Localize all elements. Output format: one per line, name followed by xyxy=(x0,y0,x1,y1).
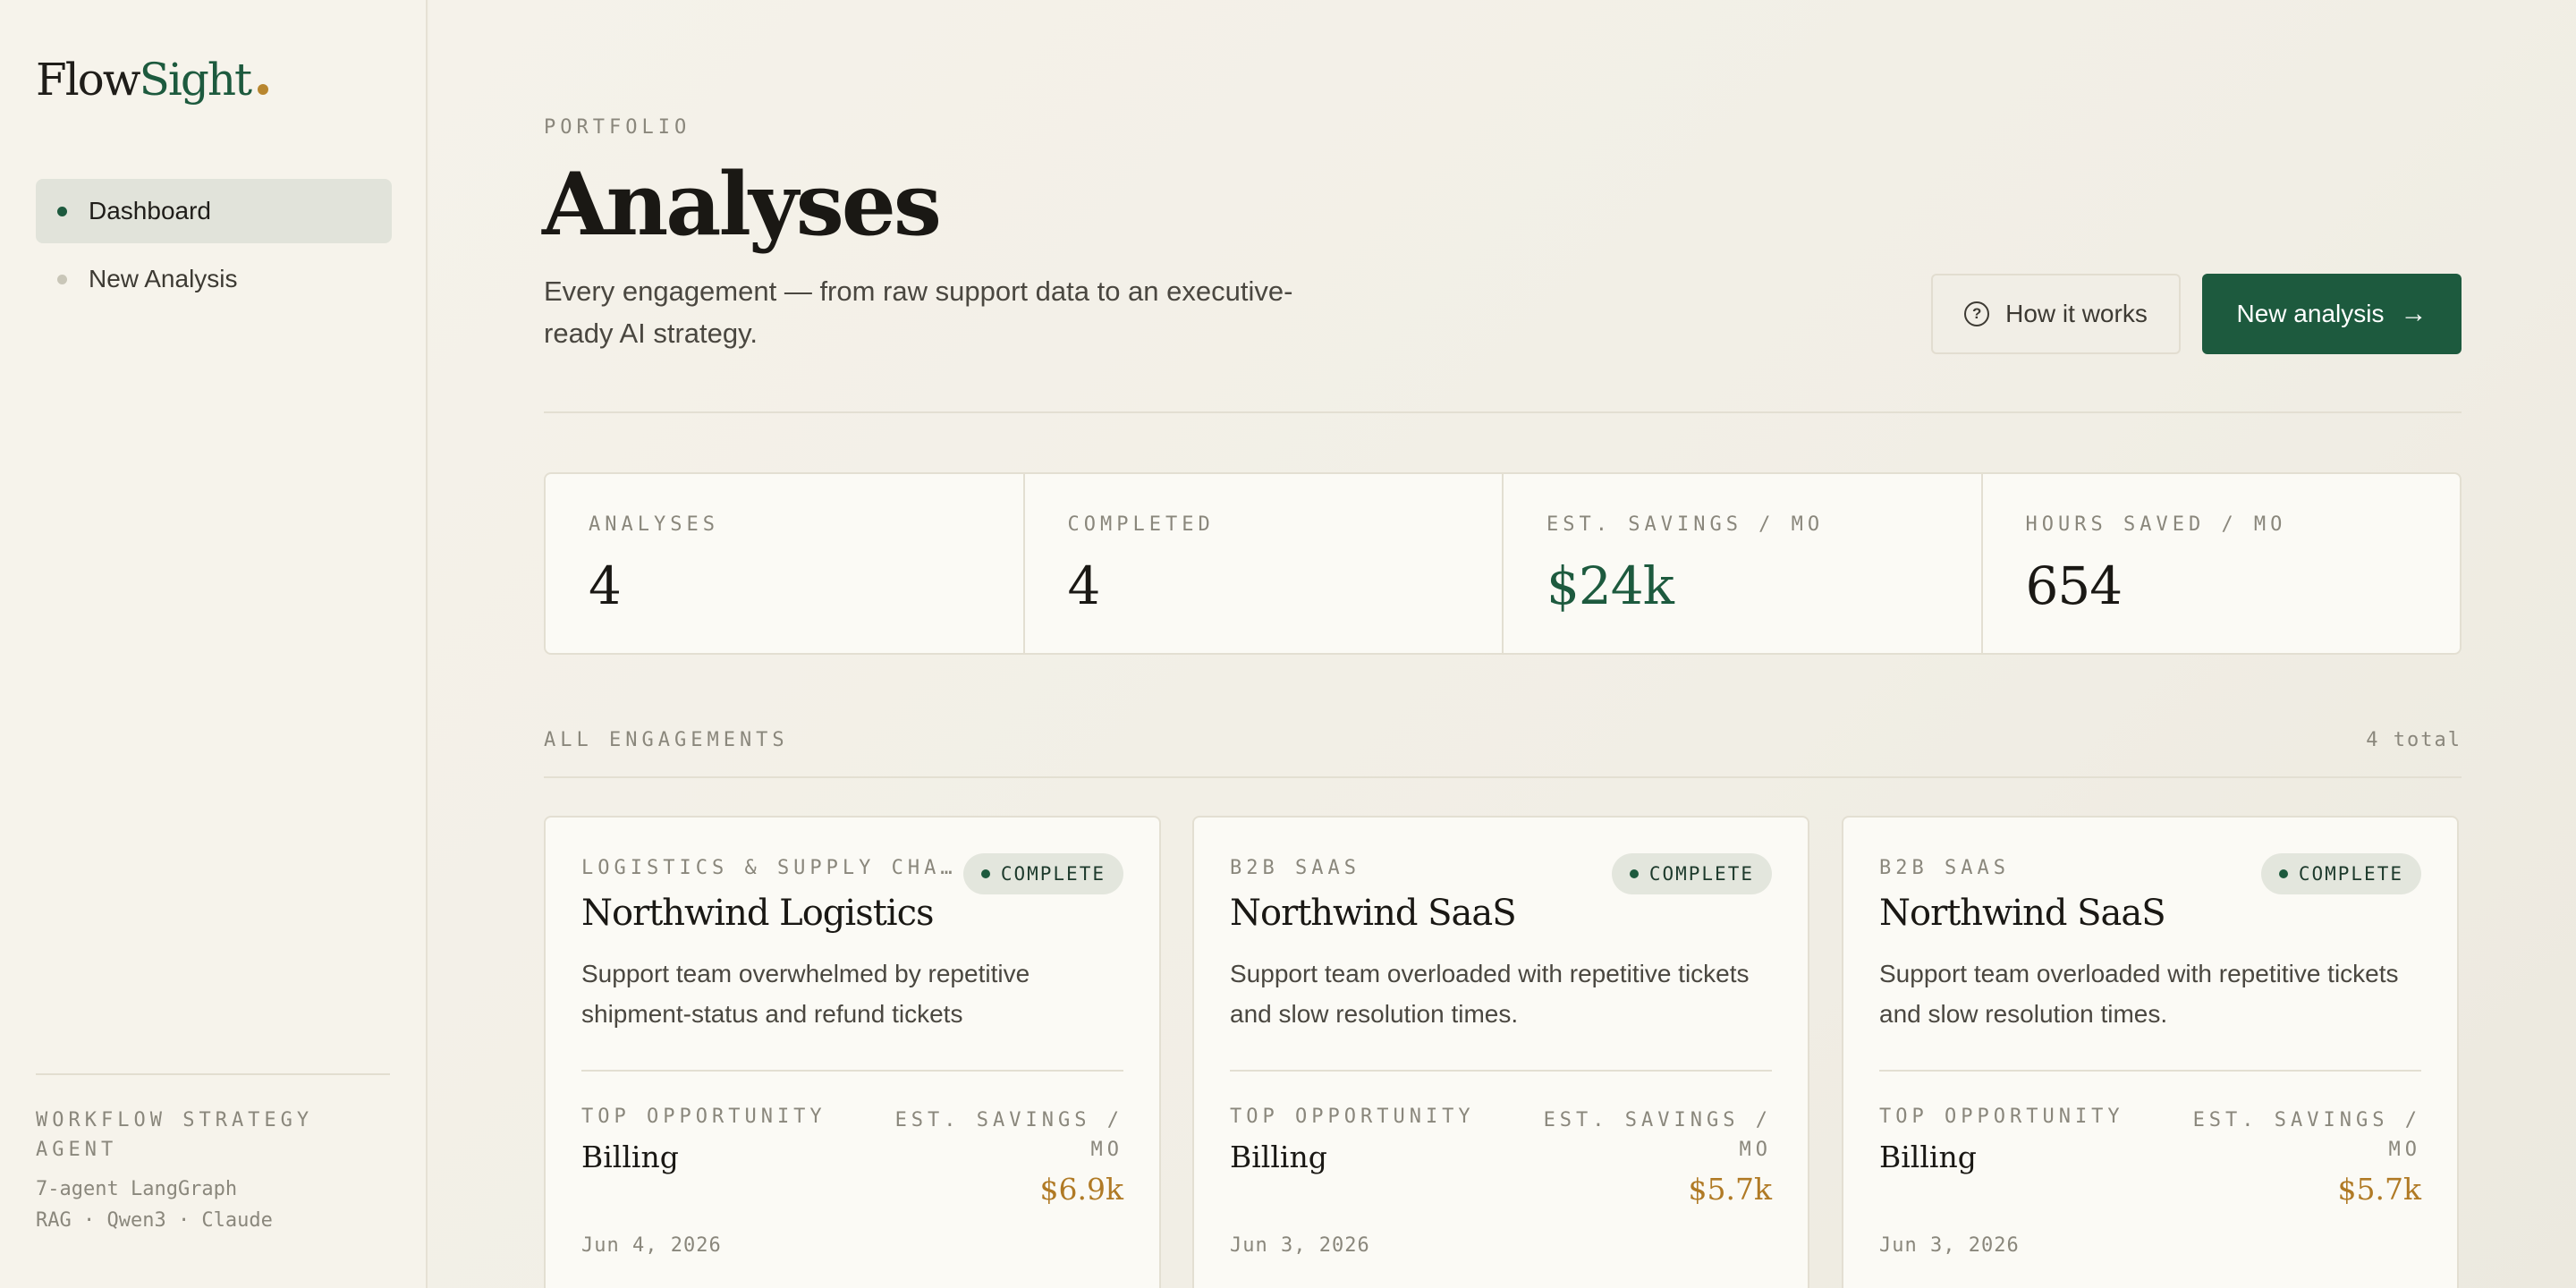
status-badge-label: COMPLETE xyxy=(1648,863,1754,885)
engagements-heading: ALL ENGAGEMENTS xyxy=(544,729,789,751)
card-industry: B2B SAAS xyxy=(1879,857,2010,879)
card-date: Jun 3, 2026 xyxy=(1230,1234,1370,1257)
stat-analyses: ANALYSES 4 xyxy=(546,474,1025,653)
stat-label: EST. SAVINGS / MO xyxy=(1546,513,1825,536)
brand-name-part2: Sight xyxy=(139,54,253,106)
stat-label: ANALYSES xyxy=(589,513,719,536)
status-badge: COMPLETE xyxy=(962,853,1123,894)
engagement-card[interactable]: B2B SAAS COMPLETE Northwind SaaS Support… xyxy=(1192,816,1809,1288)
sidebar-item-label: Dashboard xyxy=(89,197,211,225)
top-opportunity-label: TOP OPPORTUNITY xyxy=(1230,1106,1475,1128)
brand-name-part1: Flow xyxy=(36,54,141,106)
top-opportunity-value: Billing xyxy=(1879,1140,1977,1174)
stat-value: $24k xyxy=(1546,555,1674,616)
new-analysis-button[interactable]: New analysis → xyxy=(2202,274,2462,354)
card-description: Support team overloaded with repetitive … xyxy=(1879,960,2399,1028)
page-subtitle: Every engagement — from raw support data… xyxy=(544,275,1293,349)
sidebar-footer-line: RAG · Qwen3 · Claude xyxy=(36,1209,273,1232)
sidebar-footer: WORKFLOW STRATEGY AGENT 7-agent LangGrap… xyxy=(36,1073,390,1288)
page-title: Analyses xyxy=(542,154,942,255)
status-dot-icon xyxy=(980,869,990,878)
stat-value: 654 xyxy=(2025,555,2123,616)
header-divider xyxy=(544,411,2462,413)
top-opportunity-label: TOP OPPORTUNITY xyxy=(581,1106,826,1128)
main-content: PORTFOLIO Analyses Every engagement — fr… xyxy=(429,0,2576,1288)
engagements-divider xyxy=(544,776,2462,778)
stat-value: 4 xyxy=(589,555,622,616)
sidebar-footer-line: 7-agent LangGraph xyxy=(36,1178,238,1200)
stat-hours-saved: HOURS SAVED / MO 654 xyxy=(1983,474,2461,653)
sidebar-item-label: New Analysis xyxy=(89,265,238,292)
stats-panel: ANALYSES 4 COMPLETED 4 EST. SAVINGS / MO… xyxy=(544,472,2462,655)
savings-label: EST. SAVINGS / MO xyxy=(1543,1109,1772,1161)
stat-completed: COMPLETED 4 xyxy=(1025,474,1504,653)
card-description: Support team overwhelmed by repetitive s… xyxy=(581,960,1030,1028)
savings-value: $5.7k xyxy=(2337,1172,2421,1207)
engagements-count: 4 total xyxy=(2366,729,2462,751)
card-title: Northwind SaaS xyxy=(1879,893,2166,934)
stat-label: HOURS SAVED / MO xyxy=(2025,513,2287,536)
card-title: Northwind SaaS xyxy=(1230,893,1517,934)
card-description: Support team overloaded with repetitive … xyxy=(1230,960,1750,1028)
status-badge: COMPLETE xyxy=(1611,853,1772,894)
sidebar-item-dashboard[interactable]: Dashboard xyxy=(36,179,392,243)
top-opportunity-value: Billing xyxy=(1230,1140,1327,1174)
status-dot-icon xyxy=(1629,869,1639,878)
stat-value: 4 xyxy=(1067,555,1101,616)
active-dot-icon xyxy=(57,206,67,216)
how-it-works-label: How it works xyxy=(2005,300,2148,327)
top-opportunity-label: TOP OPPORTUNITY xyxy=(1879,1106,2124,1128)
status-dot-icon xyxy=(2278,869,2288,878)
brand-logo[interactable]: Flow Sight xyxy=(36,54,269,106)
brand-dot-icon xyxy=(258,84,269,95)
savings-label: EST. SAVINGS / MO xyxy=(894,1109,1123,1161)
top-opportunity-value: Billing xyxy=(581,1140,679,1174)
stat-savings: EST. SAVINGS / MO $24k xyxy=(1504,474,1983,653)
card-date: Jun 4, 2026 xyxy=(581,1234,722,1257)
how-it-works-button[interactable]: ? How it works xyxy=(1931,274,2181,354)
savings-label: EST. SAVINGS / MO xyxy=(2192,1109,2421,1161)
question-circle-icon: ? xyxy=(1964,301,1990,326)
status-badge: COMPLETE xyxy=(2260,853,2421,894)
card-industry: B2B SAAS xyxy=(1230,857,1360,879)
status-badge-label: COMPLETE xyxy=(2298,863,2403,885)
card-date: Jun 3, 2026 xyxy=(1879,1234,2020,1257)
sidebar-footer-title: WORKFLOW STRATEGY AGENT xyxy=(36,1109,314,1161)
sidebar: Flow Sight Dashboard New Analysis WORKFLO… xyxy=(0,0,428,1288)
engagement-card[interactable]: B2B SAAS COMPLETE Northwind SaaS Support… xyxy=(1842,816,2459,1288)
new-analysis-label: New analysis xyxy=(2236,300,2385,327)
card-industry: LOGISTICS & SUPPLY CHA… xyxy=(581,857,957,879)
savings-value: $6.9k xyxy=(1039,1172,1123,1207)
status-badge-label: COMPLETE xyxy=(1000,863,1106,885)
inactive-dot-icon xyxy=(57,274,67,284)
savings-value: $5.7k xyxy=(1688,1172,1772,1207)
engagement-card[interactable]: LOGISTICS & SUPPLY CHA… COMPLETE Northwi… xyxy=(544,816,1161,1288)
stat-label: COMPLETED xyxy=(1067,513,1215,536)
sidebar-item-new-analysis[interactable]: New Analysis xyxy=(36,247,392,311)
arrow-right-icon: → xyxy=(2400,299,2428,328)
page-eyebrow: PORTFOLIO xyxy=(544,116,691,139)
card-divider xyxy=(581,1070,1123,1072)
card-divider xyxy=(1230,1070,1772,1072)
card-divider xyxy=(1879,1070,2421,1072)
card-title: Northwind Logistics xyxy=(581,893,935,934)
